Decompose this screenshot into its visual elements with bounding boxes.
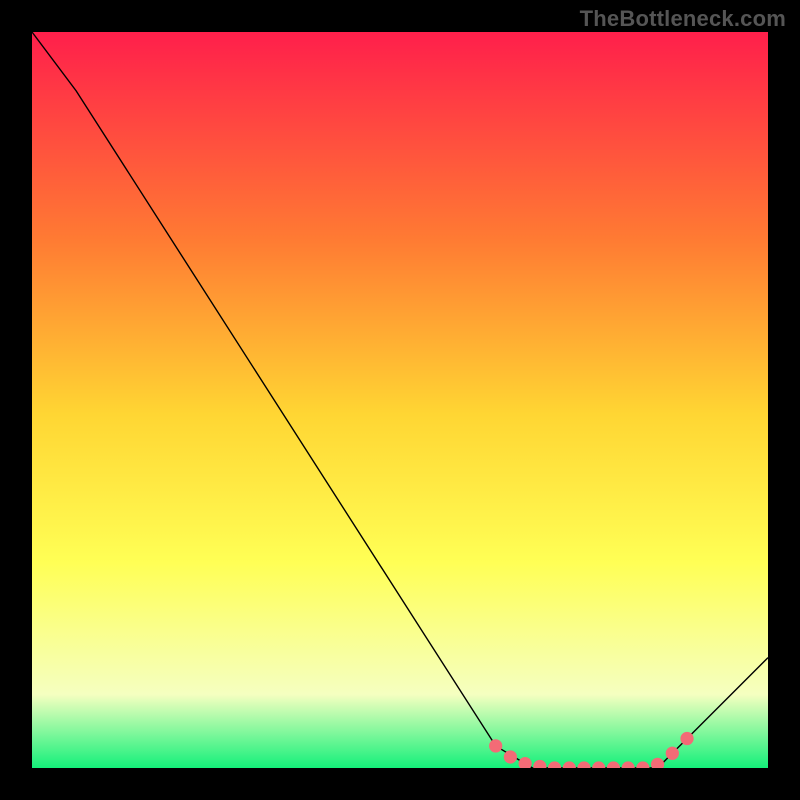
- highlight-marker: [666, 747, 679, 760]
- highlight-marker: [680, 732, 693, 745]
- highlight-marker: [489, 739, 502, 752]
- plot-area: [32, 32, 768, 768]
- highlight-marker: [504, 750, 517, 763]
- watermark-text: TheBottleneck.com: [580, 6, 786, 32]
- gradient-background: [32, 32, 768, 768]
- chart-frame: TheBottleneck.com: [0, 0, 800, 800]
- chart-svg: [32, 32, 768, 768]
